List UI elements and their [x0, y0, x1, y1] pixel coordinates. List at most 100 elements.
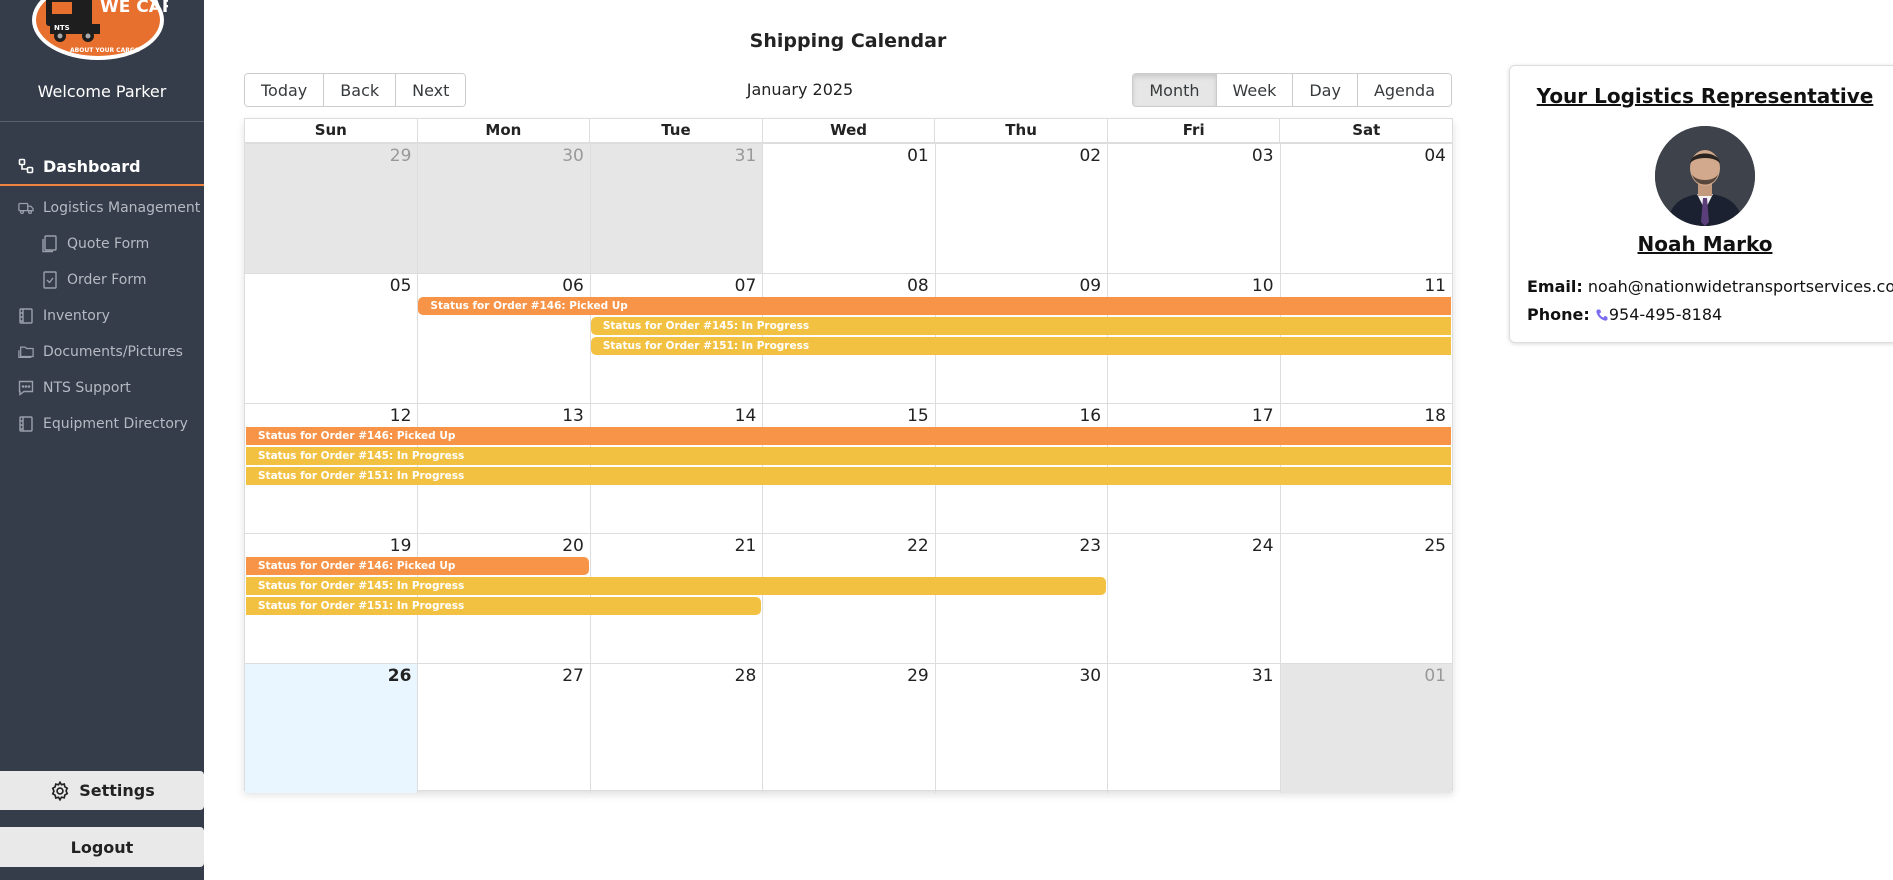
phone-icon: [1595, 307, 1609, 326]
day-number[interactable]: 17: [1252, 406, 1274, 426]
day-number[interactable]: 04: [1424, 146, 1446, 166]
calendar-day-cell[interactable]: 04: [1279, 144, 1452, 273]
calendar-event[interactable]: Status for Order #146: Picked Up: [418, 297, 1451, 315]
calendar-event[interactable]: Status for Order #145: In Progress: [590, 317, 1451, 335]
day-number[interactable]: 16: [1079, 406, 1101, 426]
day-number[interactable]: 31: [735, 146, 757, 166]
representative-phone[interactable]: 954-495-8184: [1609, 305, 1722, 324]
calendar-day-cell[interactable]: 31: [1107, 664, 1279, 793]
day-number[interactable]: 23: [1079, 536, 1101, 556]
document-icon: [42, 235, 58, 253]
day-number[interactable]: 20: [562, 536, 584, 556]
day-number[interactable]: 29: [907, 666, 929, 686]
representative-card: Your Logistics Representative Noah Marko…: [1509, 65, 1893, 343]
list-icon: [18, 308, 34, 324]
directory-icon: [18, 416, 34, 432]
day-number[interactable]: 19: [390, 536, 412, 556]
calendar-day-cell[interactable]: 06: [417, 274, 589, 403]
calendar-event[interactable]: Status for Order #151: In Progress: [246, 597, 762, 615]
calendar-day-cell[interactable]: 30: [417, 144, 590, 273]
day-number[interactable]: 31: [1252, 666, 1274, 686]
company-logo[interactable]: NTS WE CARE ABOUT YOUR CARGO: [28, 0, 187, 64]
day-number[interactable]: 26: [388, 666, 412, 686]
day-number[interactable]: 05: [390, 276, 412, 296]
sidebar-item-label: Order Form: [67, 272, 147, 288]
calendar-event[interactable]: Status for Order #151: In Progress: [590, 337, 1451, 355]
welcome-text: Welcome Parker: [37, 82, 167, 101]
settings-button[interactable]: Settings: [0, 771, 204, 810]
day-number[interactable]: 06: [562, 276, 584, 296]
calendar-day-cell[interactable]: 29: [245, 144, 418, 273]
day-number[interactable]: 27: [562, 666, 584, 686]
sidebar: NTS WE CARE ABOUT YOUR CARGO Welcome Par…: [0, 0, 204, 880]
calendar-event[interactable]: Status for Order #145: In Progress: [246, 447, 1451, 465]
day-number[interactable]: 07: [735, 276, 757, 296]
calendar-event[interactable]: Status for Order #151: In Progress: [246, 467, 1451, 485]
day-number[interactable]: 22: [907, 536, 929, 556]
view-month-button[interactable]: Month: [1133, 74, 1216, 106]
weekday-label: Fri: [1106, 119, 1280, 142]
calendar-day-cell[interactable]: 24: [1107, 534, 1279, 663]
day-number[interactable]: 18: [1424, 406, 1446, 426]
day-number[interactable]: 15: [907, 406, 929, 426]
calendar-day-cell[interactable]: 27: [417, 664, 589, 793]
calendar-week-row: 29 30 31 01 02 03 04: [245, 143, 1452, 273]
day-number[interactable]: 11: [1424, 276, 1446, 296]
view-day-button[interactable]: Day: [1292, 74, 1357, 106]
sidebar-item-dashboard[interactable]: Dashboard: [0, 148, 204, 186]
day-number[interactable]: 25: [1424, 536, 1446, 556]
day-number[interactable]: 01: [907, 146, 929, 166]
calendar-day-cell[interactable]: 29: [762, 664, 934, 793]
folder-icon: [18, 344, 34, 360]
calendar-day-cell[interactable]: 01: [762, 144, 934, 273]
calendar-day-cell[interactable]: 25: [1279, 534, 1452, 663]
calendar-day-cell[interactable]: 22: [762, 534, 934, 663]
calendar-day-cell[interactable]: 02: [934, 144, 1107, 273]
calendar-day-cell[interactable]: 05: [245, 274, 417, 403]
day-number[interactable]: 03: [1252, 146, 1274, 166]
sidebar-item-nts-support[interactable]: NTS Support: [0, 370, 204, 406]
calendar-event[interactable]: Status for Order #145: In Progress: [246, 577, 1107, 595]
checked-document-icon: [42, 271, 58, 289]
day-number[interactable]: 29: [390, 146, 412, 166]
sidebar-item-order-form[interactable]: Order Form: [0, 262, 204, 298]
weekday-label: Wed: [761, 119, 935, 142]
day-number[interactable]: 24: [1252, 536, 1274, 556]
calendar-day-cell[interactable]: 01: [1279, 664, 1452, 793]
logout-button[interactable]: Logout: [0, 827, 204, 867]
day-number[interactable]: 10: [1252, 276, 1274, 296]
day-number[interactable]: 08: [907, 276, 929, 296]
month-view: Sun Mon Tue Wed Thu Fri Sat 29 30 31 01 02 03…: [244, 118, 1453, 793]
weekday-header: Sun Mon Tue Wed Thu Fri Sat: [245, 119, 1452, 143]
day-number[interactable]: 30: [1079, 666, 1101, 686]
calendar-event[interactable]: Status for Order #146: Picked Up: [246, 427, 1451, 445]
sidebar-item-inventory[interactable]: Inventory: [0, 298, 204, 334]
view-week-button[interactable]: Week: [1215, 74, 1293, 106]
sidebar-item-documents-pictures[interactable]: Documents/Pictures: [0, 334, 204, 370]
day-number[interactable]: 30: [562, 146, 584, 166]
calendar-day-cell[interactable]: 28: [589, 664, 762, 793]
sidebar-item-equipment-directory[interactable]: Equipment Directory: [0, 406, 204, 442]
day-number[interactable]: 09: [1079, 276, 1101, 296]
calendar-day-cell[interactable]: 23: [934, 534, 1107, 663]
view-agenda-button[interactable]: Agenda: [1356, 74, 1451, 106]
day-number[interactable]: 12: [390, 406, 412, 426]
day-number[interactable]: 21: [735, 536, 757, 556]
calendar-event[interactable]: Status for Order #146: Picked Up: [246, 557, 589, 575]
svg-text:NTS: NTS: [54, 24, 70, 32]
svg-text:WE CARE: WE CARE: [100, 0, 168, 17]
day-number[interactable]: 14: [735, 406, 757, 426]
sidebar-item-quote-form[interactable]: Quote Form: [0, 226, 204, 262]
calendar-day-cell[interactable]: 03: [1107, 144, 1279, 273]
day-number[interactable]: 02: [1079, 146, 1101, 166]
day-number[interactable]: 13: [562, 406, 584, 426]
calendar-day-cell[interactable]: 31: [589, 144, 763, 273]
sidebar-item-logistics-management[interactable]: Logistics Management: [0, 190, 204, 226]
day-number[interactable]: 28: [735, 666, 757, 686]
day-number[interactable]: 01: [1424, 666, 1446, 686]
representative-name[interactable]: Noah Marko: [1510, 232, 1893, 256]
svg-text:ABOUT YOUR CARGO: ABOUT YOUR CARGO: [70, 47, 140, 54]
representative-email[interactable]: noah@nationwidetransportservices.com: [1588, 277, 1893, 296]
calendar-day-cell[interactable]: 30: [934, 664, 1107, 793]
calendar-day-cell-today[interactable]: 26: [245, 664, 418, 793]
